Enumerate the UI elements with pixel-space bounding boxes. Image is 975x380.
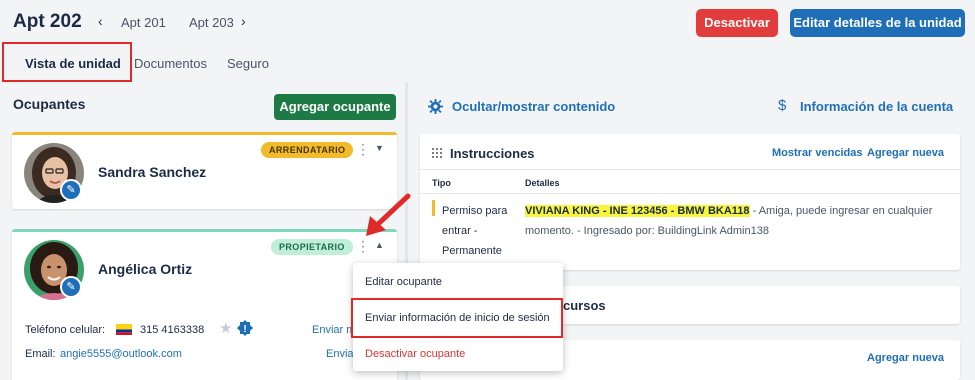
tab-insurance[interactable]: Seguro [227,56,269,71]
page-title: Apt 202 [13,11,82,32]
chevron-right-icon[interactable]: › [241,13,246,29]
chevron-down-icon[interactable]: ▼ [375,143,384,153]
annotation-arrow-icon [366,193,411,236]
tab-documents[interactable]: Documentos [134,56,207,71]
chevron-left-icon[interactable]: ‹ [98,13,103,29]
row-status-bar [432,200,435,216]
drag-handle-icon[interactable] [431,147,443,159]
divider [420,193,960,194]
occupants-column: Ocupantes Agregar ocupante ✎ Sandra Sanc… [0,82,410,380]
menu-item-edit-occupant[interactable]: Editar ocupante [365,276,442,288]
annotation-box-tab [2,42,132,82]
toggle-content-link[interactable]: Ocultar/mostrar contenido [452,99,615,114]
send-sms-link[interactable]: Enviar m [312,324,355,336]
instruction-details: VIVIANA KING - INE 123456 - BMW BKA118 -… [525,201,950,241]
add-occupant-button[interactable]: Agregar ocupante [274,94,396,120]
deactivate-button[interactable]: Desactivar [696,9,778,37]
occupant-name[interactable]: Angélica Ortiz [98,261,192,277]
edit-avatar-icon[interactable]: ✎ [60,276,82,298]
kebab-menu-icon[interactable]: ⋮ [356,141,370,158]
phone-label: Teléfono celular: [25,324,106,336]
alert-badge-icon: ! [237,320,253,336]
resources-title: cursos [563,298,606,313]
account-info-link[interactable]: Información de la cuenta [800,99,953,114]
colombia-flag-icon [116,324,132,335]
role-badge: ARRENDATARIO [261,142,354,158]
tab-bar: Vista de unidad Documentos Seguro [0,44,975,82]
dollar-icon: $ [778,97,787,114]
next-unit-link[interactable]: Apt 203 [189,15,234,30]
column-header-tipo: Tipo [432,178,451,188]
phone-value: 315 4163338 [140,324,205,336]
highlighted-text: VIVIANA KING - INE 123456 - BMW BKA118 [525,205,750,217]
instructions-panel: Instrucciones Mostrar vencidas Agregar n… [420,134,960,270]
prev-unit-link[interactable]: Apt 201 [121,15,166,30]
edit-unit-button[interactable]: Editar detalles de la unidad [790,9,965,37]
add-new-link[interactable]: Agregar nueva [867,352,944,364]
edit-avatar-icon[interactable]: ✎ [60,179,82,201]
star-icon[interactable]: ★ [219,319,232,337]
occupants-title: Ocupantes [13,96,86,112]
occupant-card: ✎ Sandra Sanchez ARRENDATARIO ⋮ ▼ [12,132,397,209]
role-badge: PROPIETARIO [271,239,353,255]
email-label: Email: [25,348,56,360]
top-bar: Apt 202 ‹ Apt 201 Apt 203 › Desactivar E… [0,0,975,44]
instructions-title: Instrucciones [450,146,535,161]
occupant-card: ✎ Angélica Ortiz PROPIETARIO ⋮ ▲ Teléfon… [12,229,397,380]
menu-item-deactivate-occupant[interactable]: Desactivar ocupante [365,348,465,360]
email-value[interactable]: angie5555@outlook.com [60,348,182,360]
annotation-box-menu [351,298,563,338]
svg-text:!: ! [243,324,246,335]
instruction-type: Permiso para entrar - Permanente [442,205,508,257]
column-header-detalles: Detalles [525,178,560,188]
divider [420,169,960,170]
add-instruction-link[interactable]: Agregar nueva [867,147,944,159]
occupant-name[interactable]: Sandra Sanchez [98,164,206,180]
gear-icon[interactable] [428,99,443,114]
show-expired-link[interactable]: Mostrar vencidas [772,147,862,159]
